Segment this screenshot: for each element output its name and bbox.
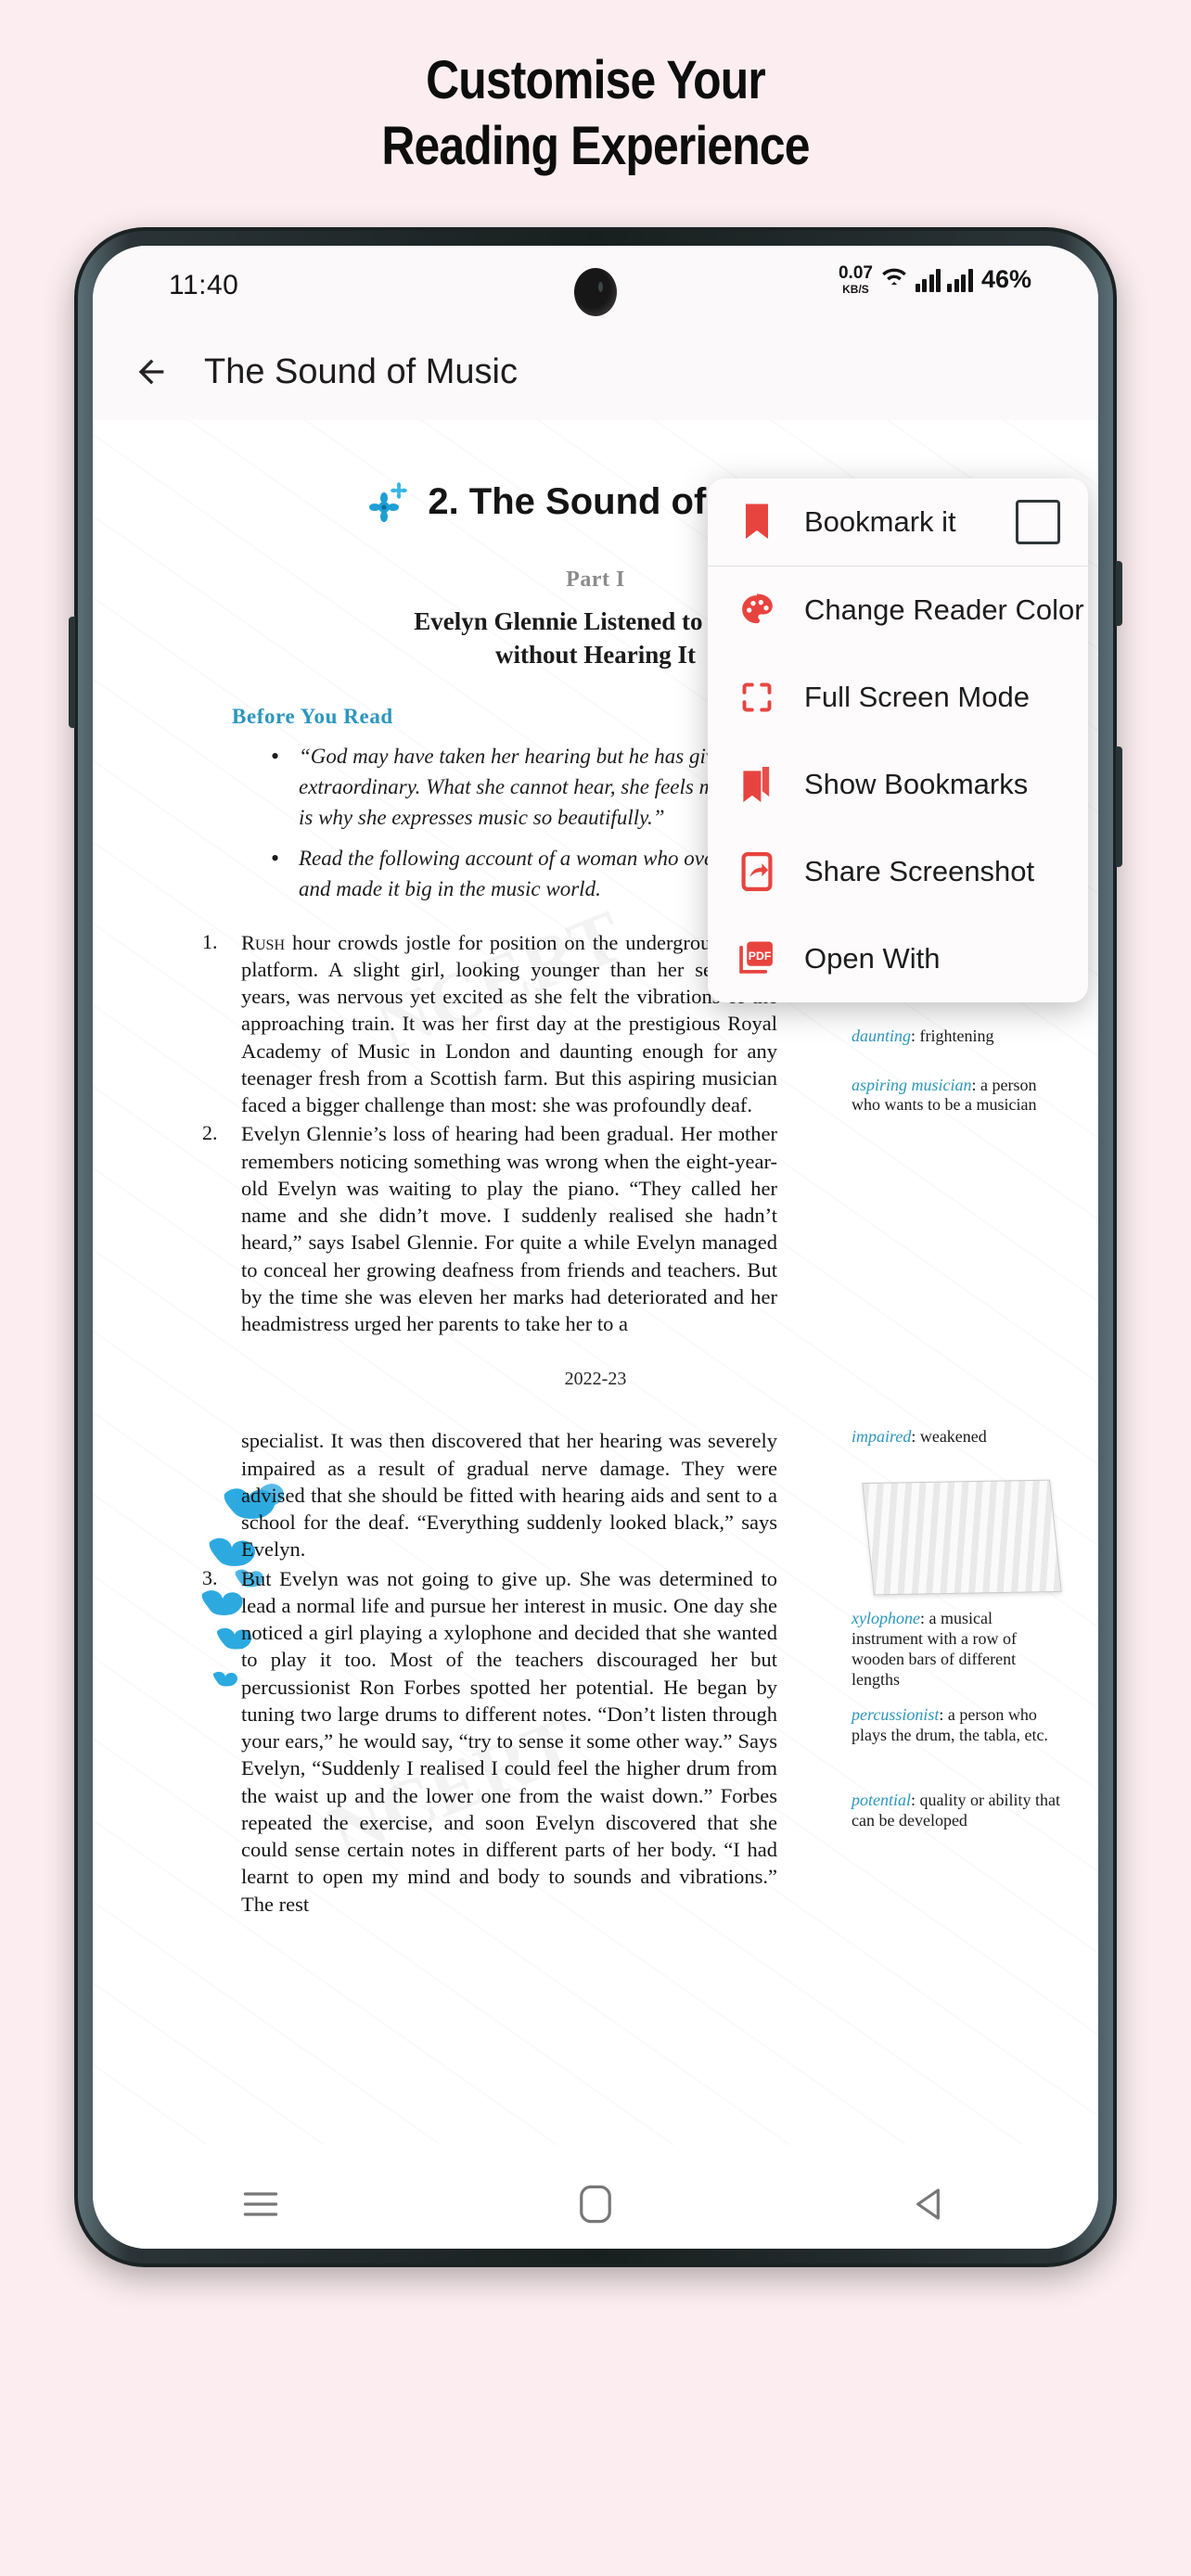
menu-item-label: Change Reader Color: [804, 593, 1084, 626]
signal-bars-icon-2: [947, 268, 973, 292]
paragraph-list-bottom: specialist. It was then discovered that …: [202, 1427, 777, 1918]
flower-ornament-icon: [369, 482, 410, 523]
bookmarks-stack-icon: [736, 763, 778, 806]
status-bar: 11:40 0.07 KB/S 46%: [93, 246, 1098, 324]
system-nav-bar: [93, 2160, 1098, 2249]
paragraph-text: Evelyn Glennie’s loss of hearing had bee…: [241, 1122, 777, 1336]
menu-item-label: Share Screenshot: [804, 855, 1035, 887]
paragraph-number: 1.: [202, 929, 218, 953]
wifi-icon: [879, 264, 909, 295]
phone-screen: 11:40 0.07 KB/S 46% The Sound of Music N…: [93, 246, 1098, 2249]
menu-item-label: Open With: [804, 942, 941, 975]
status-icons: 0.07 KB/S 46%: [839, 264, 1031, 295]
menu-item-label: Bookmark it: [804, 505, 956, 538]
paragraph: 3. But Evelyn was not going to give up. S…: [202, 1565, 777, 1918]
network-speed: 0.07 KB/S: [839, 264, 873, 295]
svg-text:PDF: PDF: [749, 950, 772, 963]
menu-item-show-bookmarks[interactable]: Show Bookmarks: [708, 741, 1088, 828]
glossary-term: impaired: [852, 1427, 912, 1447]
paragraph-text: hour crowds jostle for position on the u…: [241, 930, 777, 1117]
pdf-file-icon: PDF: [736, 937, 778, 980]
menu-item-bookmark-it[interactable]: Bookmark it: [708, 478, 1088, 566]
glossary-term: percussionist: [852, 1705, 940, 1725]
glossary-entry: percussionist: a person who plays the dr…: [852, 1705, 1065, 1746]
back-arrow-icon[interactable]: [126, 347, 176, 397]
back-triangle-icon[interactable]: [904, 2178, 956, 2230]
glossary-def: : frightening: [911, 1026, 994, 1045]
page-footer-number: 2022-23: [564, 1369, 627, 1390]
glossary-entry: aspiring musician: a person who wants to…: [852, 1076, 1065, 1116]
paragraph-number: 2.: [202, 1121, 218, 1145]
side-button[interactable]: [1116, 746, 1122, 867]
home-square-icon[interactable]: [570, 2178, 621, 2230]
paragraph: specialist. It was then discovered that …: [202, 1427, 777, 1562]
glossary-entry: potential: quality or ability that can b…: [852, 1791, 1065, 1831]
xylophone-image: [862, 1479, 1062, 1596]
share-screenshot-icon: [736, 850, 778, 893]
glossary-entry: xylophone: a musical instrument with a r…: [852, 1609, 1065, 1690]
paragraph: 2. Evelyn Glennie’s loss of hearing had b…: [202, 1120, 777, 1337]
glossary-term: potential: [852, 1791, 911, 1810]
menu-item-change-reader-color[interactable]: Change Reader Color: [708, 567, 1088, 654]
paragraph-lead: Rush: [241, 930, 286, 954]
subtitle-line-2: without Hearing It: [495, 640, 696, 669]
glossary-entry: impaired: weakened: [852, 1427, 1065, 1447]
menu-item-label: Full Screen Mode: [804, 681, 1030, 713]
headline-line-2: Reading Experience: [381, 116, 810, 176]
menu-item-open-with[interactable]: PDF Open With: [708, 915, 1088, 1002]
power-button[interactable]: [1116, 561, 1122, 626]
menu-lines-icon[interactable]: [235, 2178, 287, 2230]
glossary-term: daunting: [852, 1026, 912, 1045]
paragraph-text: But Evelyn was not going to give up. She…: [241, 1566, 777, 1916]
paragraph-list-top: 1. Rush hour crowds jostle for position o…: [202, 929, 777, 1338]
fullscreen-icon: [736, 676, 778, 719]
phone-mockup: 11:40 0.07 KB/S 46% The Sound of Music N…: [69, 227, 1122, 2267]
body-bottom: specialist. It was then discovered that …: [93, 1427, 1098, 1918]
document-viewer[interactable]: NCERT NCERT 2. The Sound of Music Part I…: [93, 420, 1098, 2145]
palette-icon: [736, 589, 778, 631]
menu-item-full-screen-mode[interactable]: Full Screen Mode: [708, 654, 1088, 741]
paragraph-text: specialist. It was then discovered that …: [241, 1429, 777, 1562]
options-menu[interactable]: Bookmark it Change Reader Color Full Scr…: [708, 478, 1088, 1002]
glossary-term: xylophone: [852, 1609, 920, 1628]
menu-item-share-screenshot[interactable]: Share Screenshot: [708, 828, 1088, 915]
signal-bars-icon: [915, 268, 941, 292]
glossary-def: : weakened: [911, 1427, 987, 1447]
bookmark-checkbox[interactable]: [1016, 500, 1060, 544]
app-bar: The Sound of Music: [93, 324, 1098, 420]
bookmark-filled-icon: [736, 501, 778, 543]
battery-percent: 46%: [980, 265, 1031, 293]
page-title: The Sound of Music: [204, 351, 518, 391]
network-speed-value: 0.07: [838, 263, 873, 283]
network-speed-unit: KB/S: [842, 283, 869, 296]
paragraph-number: 3.: [202, 1565, 218, 1589]
glossary-term: aspiring musician: [852, 1075, 972, 1094]
promo-headline: Customise Your Reading Experience: [83, 54, 1108, 173]
menu-item-label: Show Bookmarks: [804, 768, 1029, 800]
front-camera: [574, 268, 617, 316]
glossary-entry: daunting: frightening: [852, 1027, 1065, 1047]
volume-button[interactable]: [69, 617, 75, 728]
headline-line-1: Customise Your: [426, 50, 766, 110]
paragraph: 1. Rush hour crowds jostle for position o…: [202, 929, 777, 1119]
status-time: 11:40: [169, 270, 239, 300]
